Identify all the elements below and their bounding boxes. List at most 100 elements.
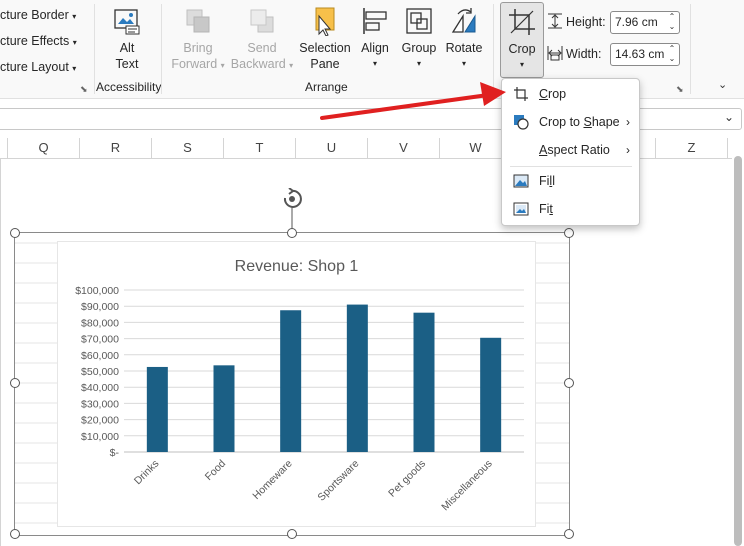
fill-icon xyxy=(513,174,529,188)
size-launcher-icon[interactable]: ⬊ xyxy=(676,84,684,95)
accessibility-group-label: Accessibility xyxy=(96,80,162,94)
group-icon xyxy=(406,8,432,34)
group-divider xyxy=(161,4,162,94)
menu-item-fit[interactable]: Fit xyxy=(502,196,639,222)
x-tick-label: Drinks xyxy=(132,458,162,488)
bar xyxy=(480,337,502,452)
chevron-down-icon: ▾ xyxy=(72,12,77,21)
column-header-u[interactable]: U xyxy=(296,138,368,158)
picture-styles-launcher-icon[interactable]: ⬊ xyxy=(80,84,88,95)
rotate-label: Rotate xyxy=(445,41,483,55)
selection-pane-icon xyxy=(315,7,335,36)
resize-handle-bottom-right[interactable] xyxy=(564,529,574,539)
align-button[interactable]: Align ▾ xyxy=(355,6,395,74)
menu-item-crop[interactable]: Crop xyxy=(502,81,639,107)
bar xyxy=(146,366,168,452)
vertical-scrollbar[interactable] xyxy=(732,138,744,546)
picture-layout-button[interactable]: cture Layout ▾ xyxy=(0,60,76,74)
resize-handle-right[interactable] xyxy=(564,378,574,388)
menu-item-crop-to-shape[interactable]: Crop to Shape › xyxy=(502,109,639,135)
chevron-right-icon: › xyxy=(626,115,630,129)
crop-dropdown-menu: Crop Crop to Shape › Aspect Ratio › Fill… xyxy=(501,78,640,226)
x-tick-label: Miscellaneous xyxy=(439,458,495,514)
column-header-q[interactable]: Q xyxy=(8,138,80,158)
menu-item-aspect-ratio[interactable]: Aspect Ratio › xyxy=(502,137,639,163)
crop-to-shape-icon xyxy=(514,115,529,130)
menu-item-label: Crop to Shape xyxy=(539,115,620,129)
resize-handle-bottom[interactable] xyxy=(287,529,297,539)
picture-effects-label: cture Effects xyxy=(0,34,70,48)
height-value: 7.96 cm xyxy=(615,15,658,29)
width-icon xyxy=(547,46,563,61)
y-tick-label: $60,000 xyxy=(81,350,119,362)
resize-handle-left[interactable] xyxy=(10,378,20,388)
chart-picture[interactable]: Revenue: Shop 1 $- $10,000 $20,000 $30,000 $4… xyxy=(14,232,570,536)
resize-handle-top-right[interactable] xyxy=(564,228,574,238)
bring-forward-label-2: Forward ▾ xyxy=(171,57,225,71)
y-tick-label: $10,000 xyxy=(81,431,119,443)
group-label: Group xyxy=(401,41,437,55)
column-header-z[interactable]: Z xyxy=(656,138,728,158)
bring-forward-label-1: Bring xyxy=(183,41,213,55)
selection-pane-label-2: Pane xyxy=(310,57,340,71)
y-tick-label: $30,000 xyxy=(81,398,119,410)
picture-border-button[interactable]: cture Border ▾ xyxy=(0,8,76,22)
bar xyxy=(280,310,302,452)
menu-item-label: Fit xyxy=(539,202,553,216)
y-tick-label: $50,000 xyxy=(81,366,119,378)
crop-icon xyxy=(509,9,535,35)
height-icon xyxy=(548,13,562,29)
crop-icon xyxy=(514,87,528,101)
send-backward-label-1: Send xyxy=(247,41,277,55)
send-backward-icon xyxy=(250,9,274,33)
width-value: 14.63 cm xyxy=(615,47,665,61)
y-tick-label: $20,000 xyxy=(81,415,119,427)
x-tick-label: Sportsware xyxy=(315,458,361,504)
picture-layout-label: cture Layout xyxy=(0,60,69,74)
crop-button[interactable]: Crop ▾ xyxy=(500,2,544,78)
menu-item-label: Crop xyxy=(539,87,567,101)
group-divider xyxy=(690,4,691,94)
rotate-icon xyxy=(451,8,476,33)
spin-arrows-icon[interactable]: ⌃ ⌄ xyxy=(667,12,677,33)
scrollbar-thumb[interactable] xyxy=(734,156,742,546)
column-header-s[interactable]: S xyxy=(152,138,224,158)
alt-text-label-2: Text xyxy=(115,57,139,71)
x-tick-label: Pet goods xyxy=(386,458,428,500)
bar-chart: Revenue: Shop 1 $- $10,000 $20,000 $30,000 $4… xyxy=(75,258,524,514)
collapse-ribbon-icon[interactable]: ⌄ xyxy=(718,78,727,91)
y-tick-label: $40,000 xyxy=(81,382,119,394)
menu-separator xyxy=(510,166,632,167)
bring-forward-icon xyxy=(186,9,210,33)
column-header-v[interactable]: V xyxy=(368,138,440,158)
chevron-down-icon: ▾ xyxy=(416,59,421,68)
width-input[interactable]: 14.63 cm ⌃ ⌄ xyxy=(610,43,680,66)
height-input[interactable]: 7.96 cm ⌃ ⌄ xyxy=(610,11,680,34)
column-header-r[interactable]: R xyxy=(80,138,152,158)
column-header[interactable] xyxy=(0,138,8,158)
resize-handle-top-left[interactable] xyxy=(10,228,20,238)
send-backward-button[interactable]: Send Backward ▾ xyxy=(230,6,294,74)
width-label: Width: xyxy=(566,47,602,61)
bar xyxy=(413,312,435,452)
picture-border-label: cture Border xyxy=(0,8,69,22)
alt-text-label-1: Alt xyxy=(119,41,135,55)
alt-text-button[interactable]: Alt Text xyxy=(100,6,154,74)
bar xyxy=(346,304,368,452)
picture-effects-button[interactable]: cture Effects ▾ xyxy=(0,34,77,48)
rotate-button[interactable]: Rotate ▾ xyxy=(442,6,486,74)
group-divider xyxy=(94,4,95,94)
expand-formula-bar-icon[interactable]: ⌄ xyxy=(724,110,734,124)
chevron-down-icon: ▾ xyxy=(372,59,377,68)
menu-item-fill[interactable]: Fill xyxy=(502,168,639,194)
resize-handle-bottom-left[interactable] xyxy=(10,529,20,539)
bring-forward-button[interactable]: Bring Forward ▾ xyxy=(168,6,228,74)
chart-area[interactable]: Revenue: Shop 1 $- $10,000 $20,000 $30,000 $4… xyxy=(57,241,536,527)
resize-handle-top[interactable] xyxy=(287,228,297,238)
spin-arrows-icon[interactable]: ⌃ ⌄ xyxy=(667,44,677,65)
selection-pane-button[interactable]: Selection Pane xyxy=(298,6,352,74)
column-header-t[interactable]: T xyxy=(224,138,296,158)
chevron-down-icon: ▾ xyxy=(519,60,524,69)
group-button[interactable]: Group ▾ xyxy=(398,6,440,74)
x-tick-label: Food xyxy=(203,458,229,484)
